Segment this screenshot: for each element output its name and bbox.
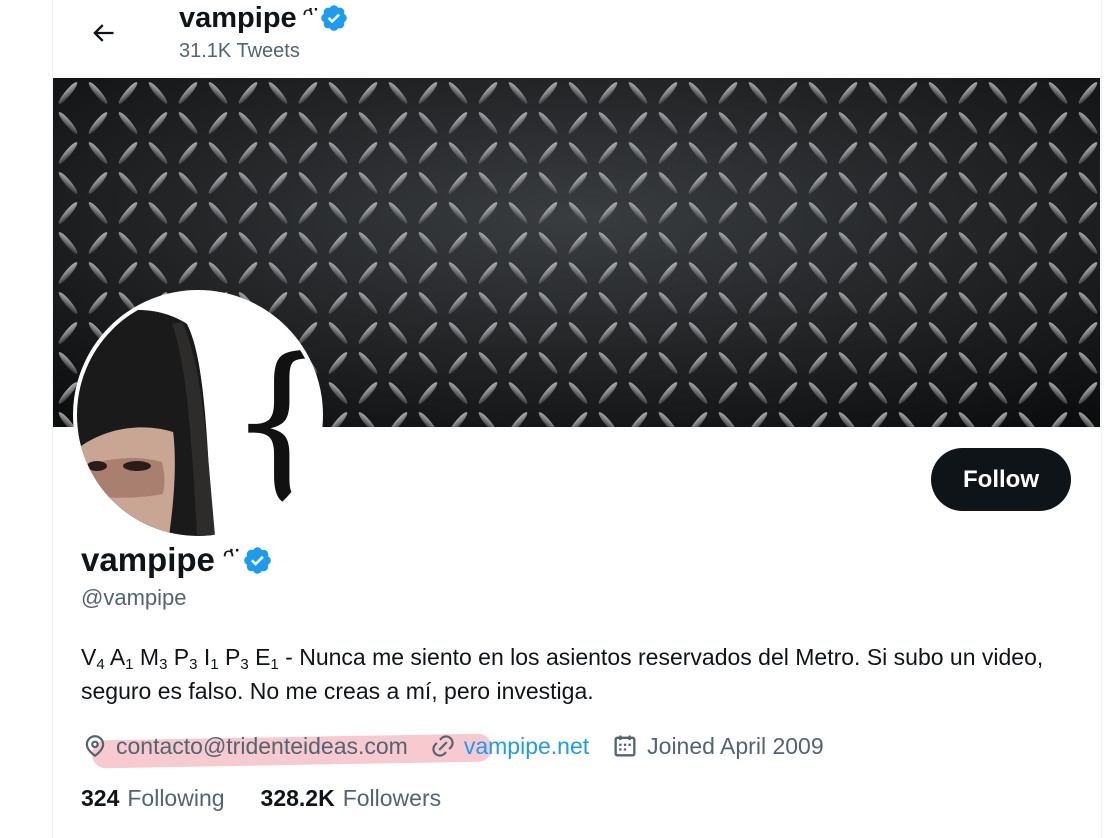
following-link[interactable]: 324 Following — [81, 785, 225, 812]
verified-badge-icon — [244, 546, 271, 574]
display-name: vampipe — [81, 541, 215, 578]
avatar-image: { — [77, 294, 319, 536]
following-count: 324 — [81, 785, 120, 811]
verified-badge-icon — [321, 5, 348, 31]
profile-bio: V4 A1 M3 P3 I1 P3 E1 - Nunca me siento e… — [81, 640, 1071, 708]
tweet-count: 31.1K Tweets — [179, 40, 300, 62]
bio-prefix: V4 A1 M3 P3 I1 P3 E1 — [81, 644, 279, 673]
avatar[interactable]: { — [73, 290, 323, 540]
profile-stats: 324 Following 328.2K Followers — [81, 785, 477, 812]
back-button[interactable] — [80, 10, 126, 56]
website-item[interactable]: vampipe.net — [430, 733, 589, 760]
followers-count: 328.2K — [260, 785, 335, 811]
header-title: vampipe ᵔ̈ — [179, 0, 349, 36]
follow-button[interactable]: Follow — [931, 448, 1071, 511]
location-text: contacto@tridenteideas.com — [116, 732, 408, 759]
name-emoticon: ᵔ̈ — [222, 543, 235, 576]
website-link[interactable]: vampipe.net — [464, 733, 589, 760]
followers-label: Followers — [342, 785, 442, 811]
joined-item: Joined April 2009 — [611, 732, 824, 760]
header-emoticon: ᵔ̈ — [302, 2, 314, 33]
followers-link[interactable]: 328.2K Followers — [261, 785, 442, 812]
profile-name: vampipe ᵔ̈ — [81, 540, 273, 580]
calendar-icon — [614, 735, 636, 757]
following-label: Following — [127, 785, 225, 811]
arrow-left-icon — [93, 24, 114, 42]
link-icon — [432, 735, 454, 757]
location-item: contacto@tridenteideas.com — [82, 732, 493, 768]
location-pin-icon — [85, 735, 105, 758]
joined-text: Joined April 2009 — [647, 732, 824, 759]
profile-meta: contacto@tridenteideas.com vampipe.net J… — [82, 727, 846, 768]
header-display-name: vampipe — [179, 2, 297, 34]
profile-handle: @vampipe — [81, 585, 187, 610]
